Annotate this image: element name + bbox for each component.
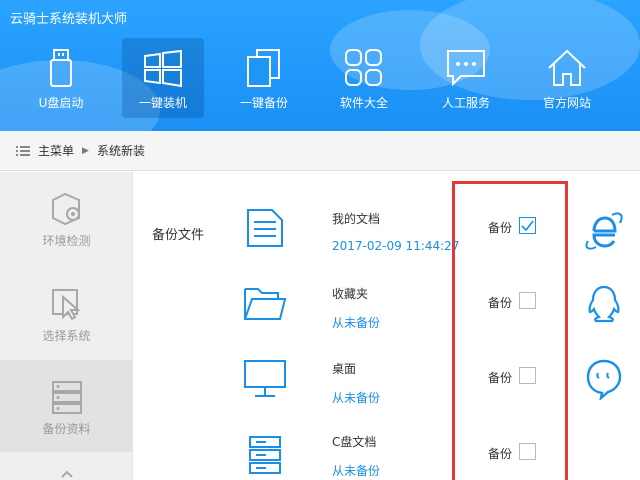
cursor-select-icon bbox=[51, 289, 81, 321]
nav-software-center[interactable]: 软件大全 bbox=[323, 38, 405, 118]
sidebar-label: 环境检测 bbox=[42, 234, 91, 248]
backup-item-status: 从未备份 bbox=[332, 464, 381, 478]
main-nav: U盘启动 一键装机 一键备份 软件大全 人工服务 官方网站 bbox=[20, 38, 640, 118]
backup-content: 备份文件 我的文档 2017-02-09 11:44:27 收藏夹 从未备份 桌… bbox=[134, 172, 640, 480]
nav-usb-boot[interactable]: U盘启动 bbox=[20, 38, 102, 118]
backup-row-desktop: 桌面 从未备份 bbox=[134, 322, 640, 405]
monitor-icon bbox=[244, 360, 286, 397]
sidebar-item-env-check[interactable]: 环境检测 bbox=[0, 172, 133, 264]
breadcrumb-current: 系统新装 bbox=[96, 144, 145, 158]
sidebar-item-backup-data[interactable]: 备份资料 bbox=[0, 360, 133, 452]
list-menu-icon bbox=[16, 145, 30, 156]
backup-checkbox-desktop[interactable] bbox=[519, 367, 536, 384]
breadcrumb: 主菜单 ▶ 系统新装 bbox=[0, 131, 640, 171]
server-icon bbox=[249, 436, 281, 474]
app-title: 云骑士系统装机大师 bbox=[10, 12, 128, 27]
grid-apps-icon bbox=[345, 49, 382, 86]
backup-label: 备份 bbox=[488, 296, 513, 310]
backup-checkbox-favorites[interactable] bbox=[519, 292, 536, 309]
title-bar-header: 云骑士系统装机大师 U盘启动 一键装机 一键备份 软件大全 人工服务 官方网站 bbox=[0, 0, 640, 131]
chat-app-icon[interactable] bbox=[582, 356, 626, 400]
nav-label: 软件大全 bbox=[339, 96, 388, 110]
server-stack-icon bbox=[51, 381, 82, 414]
document-icon bbox=[247, 209, 283, 247]
nav-human-service[interactable]: 人工服务 bbox=[425, 38, 507, 118]
sidebar-label: 选择系统 bbox=[42, 329, 91, 343]
sidebar-item-select-system[interactable]: 选择系统 bbox=[0, 267, 133, 359]
nav-label: 一键备份 bbox=[239, 96, 288, 110]
nav-label: U盘启动 bbox=[38, 96, 84, 110]
backup-label: 备份 bbox=[488, 447, 513, 461]
chevron-up-icon bbox=[60, 470, 73, 478]
backup-item-name: C盘文档 bbox=[332, 435, 377, 449]
backup-row-c-drive-docs: C盘文档 从未备份 bbox=[134, 400, 640, 478]
nav-one-click-backup[interactable]: 一键备份 bbox=[223, 38, 305, 118]
sidebar-item-next[interactable] bbox=[0, 454, 133, 480]
backup-label: 备份 bbox=[488, 371, 513, 385]
folder-icon bbox=[244, 288, 287, 320]
backup-item-name: 收藏夹 bbox=[332, 287, 369, 301]
sidebar: 环境检测 选择系统 备份资料 bbox=[0, 172, 133, 480]
checkmark-icon bbox=[521, 220, 534, 232]
backup-checkbox-c-drive-docs[interactable] bbox=[519, 443, 536, 460]
sidebar-label: 备份资料 bbox=[42, 422, 91, 436]
triangle-right-icon: ▶ bbox=[82, 145, 89, 156]
usb-drive-icon bbox=[50, 49, 72, 87]
nav-label: 一键装机 bbox=[138, 96, 187, 110]
windows-logo-icon bbox=[144, 49, 182, 88]
settings-box-icon bbox=[51, 192, 80, 226]
nav-label: 人工服务 bbox=[441, 96, 490, 110]
home-icon bbox=[548, 49, 586, 86]
nav-label: 官方网站 bbox=[542, 96, 591, 110]
nav-official-site[interactable]: 官方网站 bbox=[526, 38, 608, 118]
backup-label: 备份 bbox=[488, 221, 513, 235]
backup-row-favorites: 收藏夹 从未备份 bbox=[134, 247, 640, 330]
qq-penguin-icon[interactable] bbox=[582, 282, 626, 326]
nav-one-click-install[interactable]: 一键装机 bbox=[122, 38, 204, 118]
breadcrumb-root[interactable]: 主菜单 bbox=[38, 142, 74, 159]
ie-browser-icon[interactable] bbox=[582, 209, 626, 253]
backup-item-name: 桌面 bbox=[332, 362, 357, 376]
backup-item-name: 我的文档 bbox=[332, 212, 381, 226]
copy-files-icon bbox=[247, 49, 280, 87]
backup-row-my-documents: 我的文档 2017-02-09 11:44:27 bbox=[134, 172, 640, 253]
backup-checkbox-my-documents[interactable] bbox=[519, 217, 536, 234]
chat-bubble-icon bbox=[447, 50, 485, 87]
